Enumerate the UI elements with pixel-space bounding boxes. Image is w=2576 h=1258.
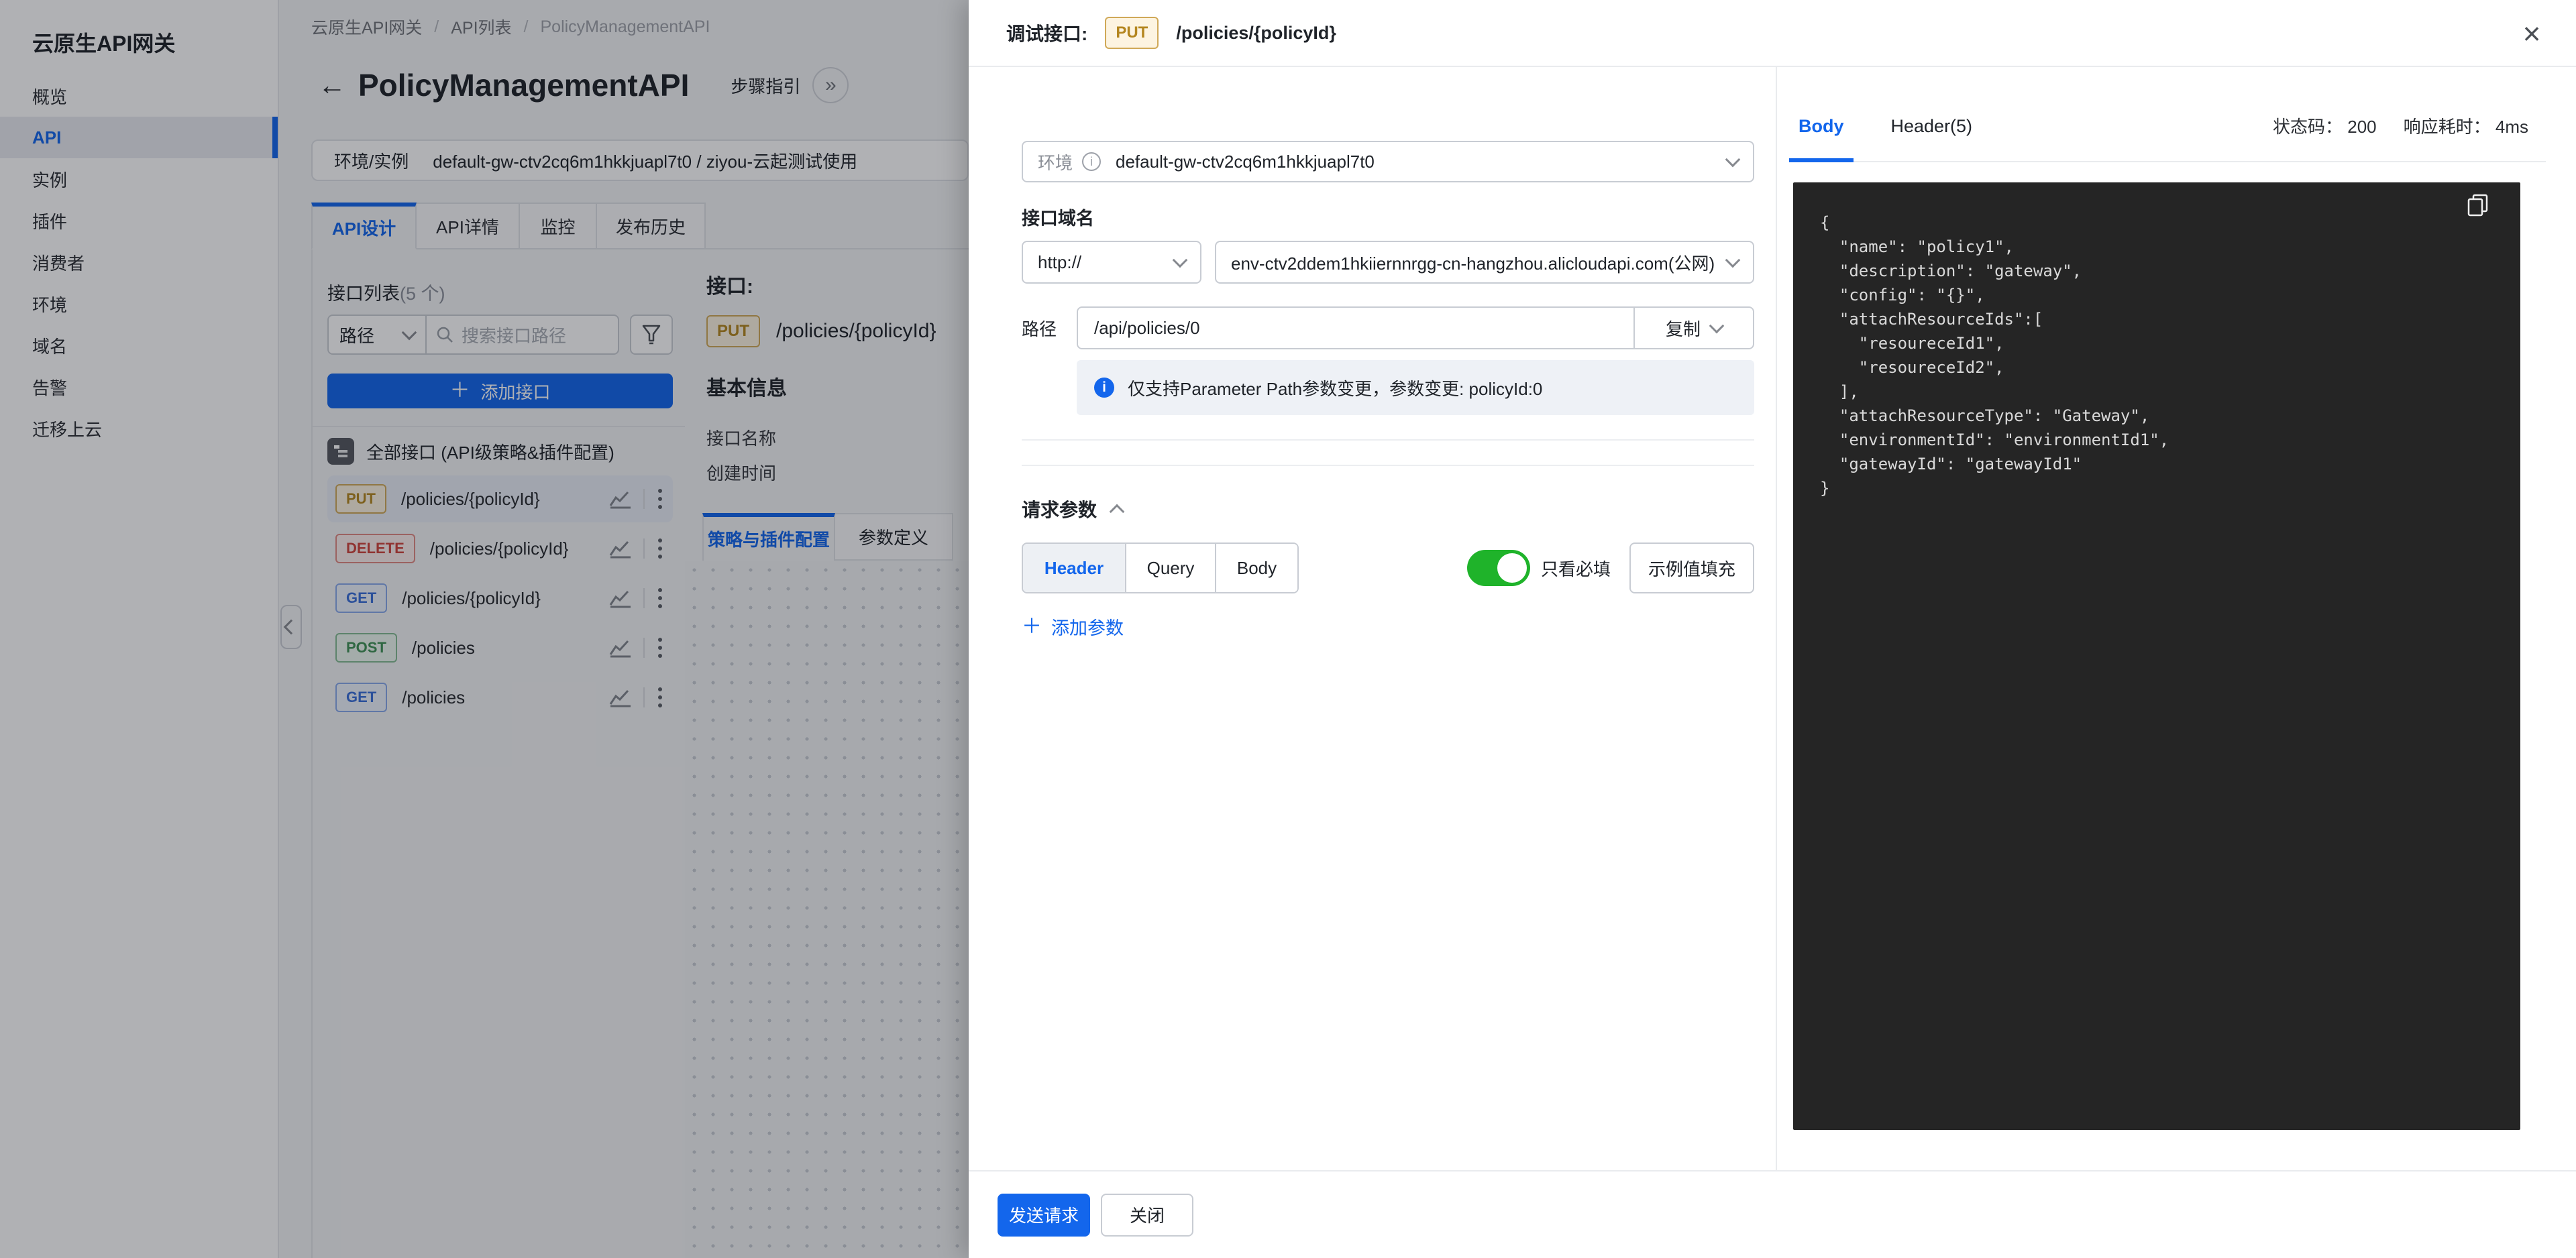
drawer-path: /policies/{policyId} (1176, 23, 1336, 44)
divider (1022, 465, 1754, 466)
close-button[interactable]: 关闭 (1101, 1194, 1193, 1237)
scheme-select[interactable]: http:// (1022, 241, 1201, 284)
response-json: { "name": "policy1", "description": "gat… (1793, 182, 2520, 528)
response-tabs: Body Header(5) 状态码： 200 响应耗时： 4ms (1793, 67, 2546, 162)
domain-select[interactable]: env-ctv2ddem1hkiiernnrgg-cn-hangzhou.ali… (1215, 241, 1754, 284)
required-only-label: 只看必填 (1541, 556, 1611, 581)
response-body-terminal[interactable]: { "name": "policy1", "description": "gat… (1793, 182, 2520, 1130)
app-window: 云原生API网关 概览 API 实例 插件 消费者 环境 域名 告警 迁移上云 … (0, 0, 2576, 1258)
tab-response-body[interactable]: Body (1799, 116, 1844, 161)
params-controls-row: Header Query Body 只看必填 示例值填充 (1022, 542, 1754, 593)
chevron-up-icon (1110, 504, 1125, 520)
response-time: 响应耗时： 4ms (2404, 113, 2528, 138)
copy-icon[interactable] (2467, 193, 2489, 222)
segment-header[interactable]: Header (1023, 544, 1125, 592)
debug-form: 环境 i default-gw-ctv2cq6m1hkkjuapl7t0 接口域… (1022, 67, 1754, 640)
env-select-value: default-gw-ctv2cq6m1hkkjuapl7t0 (1116, 152, 1375, 172)
tab-response-header[interactable]: Header(5) (1891, 116, 1973, 161)
status-value: 200 (2347, 117, 2376, 137)
modal-mask (0, 0, 969, 1258)
divider (1022, 439, 1754, 441)
method-badge: PUT (1105, 17, 1159, 49)
toggle-knob (1497, 553, 1527, 583)
chevron-down-icon (1725, 152, 1741, 168)
response-panel: Body Header(5) 状态码： 200 响应耗时： 4ms { "nam… (1793, 67, 2546, 1170)
env-select-label: 环境 (1038, 150, 1073, 174)
required-only-toggle[interactable] (1467, 550, 1530, 586)
segment-body[interactable]: Body (1215, 544, 1297, 592)
drawer-footer: 发送请求 关闭 (969, 1170, 2576, 1258)
drawer-title: 调试接口: (1006, 19, 1087, 46)
chevron-down-icon (1173, 253, 1188, 268)
plus-icon: ＋ (1022, 617, 1042, 637)
close-icon[interactable]: × (2512, 13, 2552, 54)
time-value: 4ms (2496, 117, 2528, 137)
drawer-header: 调试接口: PUT /policies/{policyId} (969, 0, 2576, 67)
param-type-segmented: Header Query Body (1022, 542, 1299, 593)
info-outline-icon: i (1082, 152, 1101, 171)
path-row: 路径 /api/policies/0 复制 (1022, 306, 1754, 349)
domain-section-label: 接口域名 (1022, 204, 1754, 230)
path-input[interactable]: /api/policies/0 (1077, 306, 1635, 349)
domain-row: http:// env-ctv2ddem1hkiiernnrgg-cn-hang… (1022, 241, 1754, 284)
send-request-button[interactable]: 发送请求 (998, 1194, 1090, 1237)
fill-example-button[interactable]: 示例值填充 (1629, 542, 1754, 593)
chevron-down-icon (1709, 319, 1725, 334)
status-code: 状态码： 200 (2273, 113, 2377, 138)
segment-query[interactable]: Query (1125, 544, 1215, 592)
info-alert: i 仅支持Parameter Path参数变更，参数变更: policyId:0 (1077, 360, 1754, 415)
add-param-link[interactable]: ＋ 添加参数 (1022, 614, 1754, 640)
debug-drawer: 调试接口: PUT /policies/{policyId} × 环境 i de… (969, 0, 2576, 1258)
path-label: 路径 (1022, 316, 1061, 341)
env-select[interactable]: 环境 i default-gw-ctv2cq6m1hkkjuapl7t0 (1022, 141, 1754, 182)
copy-button[interactable]: 复制 (1635, 306, 1754, 349)
chevron-down-icon (1725, 253, 1741, 268)
info-icon: i (1094, 378, 1114, 398)
info-alert-text: 仅支持Parameter Path参数变更，参数变更: policyId:0 (1128, 376, 1542, 400)
response-meta: 状态码： 200 响应耗时： 4ms (2273, 113, 2528, 138)
request-params-heading[interactable]: 请求参数 (1022, 496, 1754, 522)
drawer-vertical-divider (1776, 67, 1777, 1170)
